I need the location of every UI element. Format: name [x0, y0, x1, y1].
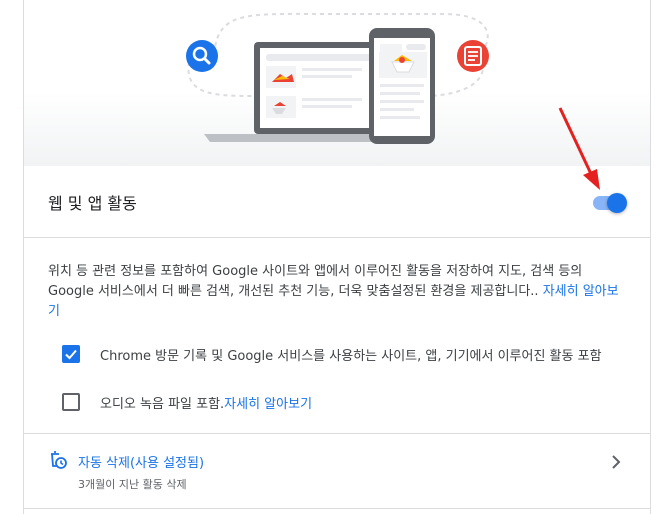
auto-delete-icon	[51, 451, 67, 469]
search-icon	[186, 40, 218, 72]
audio-label: 오디오 녹음 파일 포함.	[100, 396, 225, 412]
description-text: 위치 등 관련 정보를 포함하여 Google 사이트와 앱에서 이루어진 활동…	[48, 264, 583, 299]
section-header: 웹 및 앱 활동	[24, 166, 650, 238]
chrome-history-label: Chrome 방문 기록 및 Google 서비스를 사용하는 사이트, 앱, …	[100, 348, 602, 364]
divider	[24, 508, 650, 509]
phone-illustration	[369, 28, 435, 144]
news-icon	[457, 40, 489, 72]
hero-illustration	[24, 0, 650, 166]
audio-checkbox[interactable]	[62, 393, 80, 411]
check-icon	[65, 349, 77, 360]
audio-option: 오디오 녹음 파일 포함. 자세히 알아보기	[62, 390, 312, 414]
activity-toggle[interactable]	[591, 193, 627, 213]
section-description: 위치 등 관련 정보를 포함하여 Google 사이트와 앱에서 이루어진 활동…	[48, 262, 630, 322]
chevron-right-icon	[612, 455, 621, 469]
activity-card: 웹 및 앱 활동 위치 등 관련 정보를 포함하여 Google 사이트와 앱에…	[23, 0, 651, 514]
auto-delete-title: 자동 삭제(사용 설정됨)	[78, 456, 205, 471]
auto-delete-row[interactable]: 자동 삭제(사용 설정됨) 3개월이 지난 활동 삭제	[24, 434, 650, 508]
chrome-history-option: Chrome 방문 기록 및 Google 서비스를 사용하는 사이트, 앱, …	[62, 342, 602, 366]
toggle-thumb	[607, 193, 627, 213]
audio-learn-more-link[interactable]: 자세히 알아보기	[224, 393, 312, 412]
auto-delete-subtitle: 3개월이 지난 활동 삭제	[78, 478, 187, 491]
section-title: 웹 및 앱 활동	[48, 194, 137, 213]
chrome-history-checkbox[interactable]	[62, 345, 80, 363]
